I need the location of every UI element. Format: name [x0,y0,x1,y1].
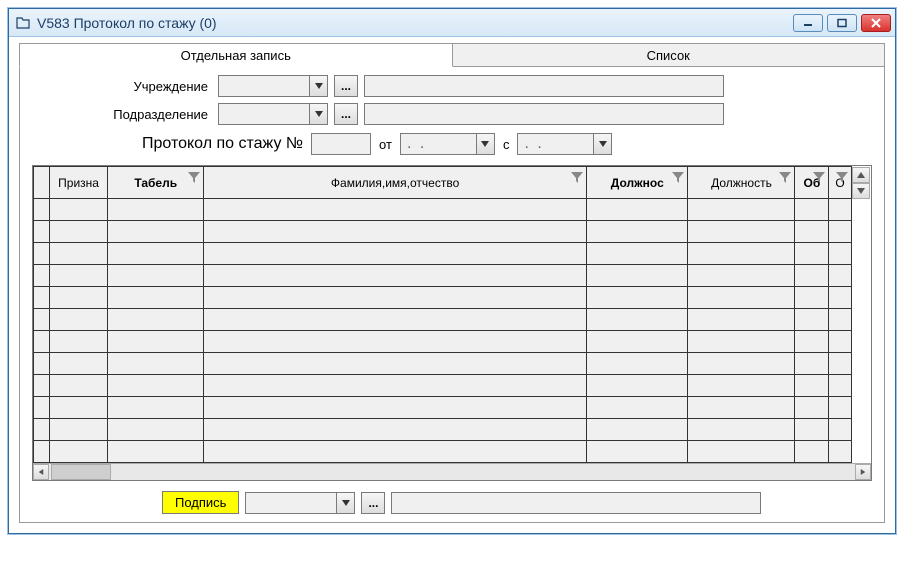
data-grid: Призна Табель Фамилия,имя,отчество [32,165,872,481]
filter-icon[interactable] [570,170,584,184]
filter-icon[interactable] [835,170,849,184]
filter-icon[interactable] [187,170,201,184]
filter-icon[interactable] [671,170,685,184]
ellipsis-icon: ... [341,79,351,93]
grid-table: Призна Табель Фамилия,имя,отчество [33,166,871,463]
dropdown-icon[interactable] [309,104,327,124]
maximize-button[interactable] [827,14,857,32]
row-department: Подразделение ... [32,103,872,125]
sign-display [391,492,761,514]
scroll-up-button[interactable] [852,167,870,183]
dropdown-icon[interactable] [336,493,354,513]
date-from-text: . . [401,134,476,154]
table-row[interactable] [34,331,871,353]
grid-header-fio[interactable]: Фамилия,имя,отчество [204,167,587,199]
table-row[interactable] [34,441,871,463]
app-window: V583 Протокол по стажу (0) Отдельная зап… [8,8,896,534]
vertical-scrollbar[interactable] [852,167,870,199]
department-browse-button[interactable]: ... [334,103,358,125]
grid-header-ot[interactable]: О [829,167,852,199]
form-panel: Учреждение ... Подразделение [19,67,885,523]
titlebar: V583 Протокол по стажу (0) [9,9,895,37]
protocol-label: Протокол по стажу № [142,135,303,153]
protocol-number-input[interactable] [311,133,371,155]
scroll-thumb[interactable] [51,464,111,480]
grid-header-selector[interactable] [34,167,50,199]
minimize-button[interactable] [793,14,823,32]
content-area: Отдельная запись Список Учреждение ... [9,37,895,533]
institution-label: Учреждение [32,79,212,94]
table-row[interactable] [34,199,871,221]
sign-browse-button[interactable]: ... [361,492,385,514]
table-row[interactable] [34,375,871,397]
grid-header-prizna[interactable]: Призна [49,167,108,199]
close-button[interactable] [861,14,891,32]
department-label: Подразделение [32,107,212,122]
tab-list[interactable]: Список [453,43,886,67]
app-icon [15,15,31,31]
ellipsis-icon: ... [341,107,351,121]
footer-row: Подпись ... [32,491,872,514]
dropdown-icon[interactable] [476,134,494,154]
grid-header-tabel[interactable]: Табель [108,167,204,199]
date-from-input[interactable]: . . [400,133,495,155]
row-institution: Учреждение ... [32,75,872,97]
tab-label: Список [647,48,690,63]
table-row[interactable] [34,221,871,243]
department-display [364,103,724,125]
institution-browse-button[interactable]: ... [334,75,358,97]
department-combo[interactable] [218,103,328,125]
filter-icon[interactable] [778,170,792,184]
window-title: V583 Протокол по стажу (0) [37,15,793,31]
scroll-right-button[interactable] [855,464,871,480]
grid-header-row: Призна Табель Фамилия,имя,отчество [34,167,871,199]
with-label: с [503,137,510,152]
tab-bar: Отдельная запись Список [19,43,885,67]
table-row[interactable] [34,397,871,419]
scroll-down-button[interactable] [852,183,870,199]
dropdown-icon[interactable] [593,134,611,154]
grid-header-position-bold[interactable]: Должнос [587,167,688,199]
institution-combo-text [219,76,309,96]
grid-header-ob[interactable]: Об [795,167,829,199]
table-row[interactable] [34,265,871,287]
sign-combo[interactable] [245,492,355,514]
table-row[interactable] [34,419,871,441]
protocol-row: Протокол по стажу № от . . с . . [142,133,872,155]
scroll-left-button[interactable] [33,464,49,480]
table-row[interactable] [34,243,871,265]
institution-combo[interactable] [218,75,328,97]
grid-header-position[interactable]: Должность [688,167,795,199]
table-row[interactable] [34,353,871,375]
department-combo-text [219,104,309,124]
tab-label: Отдельная запись [181,48,291,63]
date-to-input[interactable]: . . [517,133,612,155]
scroll-track[interactable] [111,464,855,480]
institution-display [364,75,724,97]
dropdown-icon[interactable] [309,76,327,96]
from-label: от [379,137,392,152]
filter-icon[interactable] [812,170,826,184]
sign-button[interactable]: Подпись [162,491,239,514]
grid-body [34,199,871,463]
horizontal-scrollbar[interactable] [33,463,871,480]
sign-combo-text [246,493,336,513]
table-row[interactable] [34,309,871,331]
table-row[interactable] [34,287,871,309]
ellipsis-icon: ... [368,496,378,510]
sign-button-label: Подпись [175,495,226,510]
date-to-text: . . [518,134,593,154]
window-buttons [793,14,891,32]
tab-single-record[interactable]: Отдельная запись [19,43,453,67]
